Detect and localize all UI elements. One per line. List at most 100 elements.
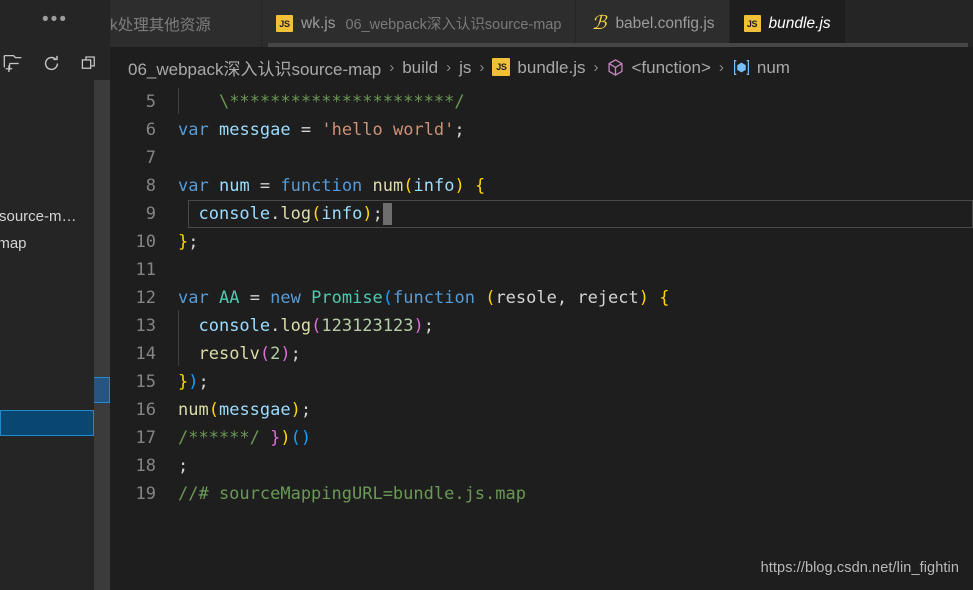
code-line[interactable]: 13 console.log(123123123); [110,310,973,340]
explorer-tree-row-1-label: e-map [0,234,27,252]
code-line-text: num(messgae); [178,396,973,424]
code-token: ) [638,288,650,308]
line-number: 5 [145,92,156,112]
explorer-tree-row-selected[interactable] [0,410,94,436]
chevron-right-icon: › [389,59,395,76]
code-token: 'hello world' [321,120,455,140]
code-token: ( [259,344,271,364]
code-token: messgae [218,120,291,140]
line-number: 13 [135,316,156,336]
breadcrumb-item-project-label: 06_webpack深入认识source-map [128,60,382,79]
code-line[interactable]: 18; [110,452,973,480]
editor-tab-bar: ••• k处理其他资源 JS wk.js 06_webpack深入认识sourc… [0,0,973,47]
explorer-sidebar: 及source-m… e-map [0,47,110,590]
explorer-vertical-scrollbar[interactable] [94,80,110,590]
line-number: 9 [145,204,156,224]
collapse-folders-icon[interactable] [78,53,100,75]
code-token: = [249,176,281,196]
code-line-text: //# sourceMappingURL=bundle.js.map [178,480,973,508]
line-number: 18 [135,456,156,476]
code-line-text: resolv(2); [178,338,973,368]
explorer-action-bar [0,47,110,80]
breadcrumb-item-js[interactable]: js [459,58,471,78]
editor-tab-babel-config-js-label: babel.config.js [615,14,715,32]
code-token: num [372,176,404,196]
breadcrumb-item-num[interactable]: num [732,58,790,78]
breadcrumb-item-function-label: <function> [631,57,711,77]
code-line[interactable]: 15}); [110,368,973,396]
breadcrumb-item-project[interactable]: 06_webpack深入认识source-map [128,55,381,80]
code-token: } [270,428,281,448]
editor-tab-0[interactable]: k处理其他资源 [110,0,262,47]
code-token: } [178,372,189,392]
editor-tab-wk-js[interactable]: JS wk.js 06_webpack深入认识source-map [262,0,577,47]
code-token: ; [290,344,301,364]
breadcrumb-item-build-label: build [402,57,439,77]
code-token: ) [454,176,465,196]
text-cursor [383,203,392,225]
code-line[interactable]: 6 var messgae = 'hello world'; [110,116,973,144]
babel-file-icon: ℬ [591,13,607,34]
code-line[interactable]: 11 [110,256,973,284]
code-line-text: /******/ })() [178,424,973,452]
editor-tab-babel-config-js[interactable]: ℬ babel.config.js [576,0,730,47]
code-token: resolv [198,344,260,364]
code-lines[interactable]: 5 \**********************/ 6 var messgae =… [110,88,973,508]
breadcrumb-item-function[interactable]: <function> [606,57,711,78]
code-line[interactable]: 5 \**********************/ [110,88,973,116]
code-line[interactable]: 8 var num = function num(info) { [110,172,973,200]
code-line[interactable]: 14 resolv(2); [110,338,973,368]
editor-tab-wk-js-description: 06_webpack深入认识source-map [345,17,562,33]
js-file-icon: JS [492,58,511,77]
code-token: . [270,204,281,224]
code-line[interactable]: 19 //# sourceMappingURL=bundle.js.map [110,480,973,508]
editor-tab-bundle-js[interactable]: JS bundle.js [729,0,846,47]
js-file-icon: JS [276,15,293,32]
code-token: ) [290,400,301,420]
breadcrumb-item-build[interactable]: build [402,58,438,78]
code-line-text: console.log(123123123); [178,310,973,340]
code-token: = [239,288,271,308]
code-token: messgae [218,400,291,420]
code-token: console [198,204,271,224]
code-token: num [218,176,250,196]
code-token: info [413,176,455,196]
watermark-url: https://blog.csdn.net/lin_fightin [760,560,959,576]
code-line[interactable]: 12 var AA = new Promise(function (resole,… [110,284,973,312]
code-line[interactable]: 17 /******/ })() [110,424,973,452]
new-file-icon[interactable] [2,53,24,75]
tab-bar-horizontal-scrollbar[interactable] [268,43,968,47]
code-token: ) [413,316,424,336]
indent-guide [178,88,179,114]
code-token: . [270,316,281,336]
explorer-tree-row-0[interactable]: 及source-m… [0,202,77,228]
code-editor[interactable]: 5 \**********************/ 6 var messgae =… [110,88,973,590]
code-token: var [178,288,209,308]
explorer-tree-row-1[interactable]: e-map [0,230,27,256]
line-number: 11 [135,260,156,280]
code-token: var [178,176,209,196]
code-line-text: }; [174,228,973,256]
code-token: AA [218,288,240,308]
code-line[interactable]: 10}; [110,228,973,256]
line-number: 16 [135,400,156,420]
code-token: ) [280,428,291,448]
chevron-right-icon: › [479,59,485,76]
code-token: function [393,288,475,308]
tab-overflow-button[interactable]: ••• [0,0,110,47]
code-token: { [474,176,486,196]
code-line[interactable]: 9 console.log(info); [110,200,973,228]
code-token: reject [577,288,639,308]
code-line[interactable]: 16 num(messgae); [110,396,973,424]
code-token: ( [382,288,394,308]
code-token: log [280,316,312,336]
refresh-icon[interactable] [40,53,62,75]
code-line[interactable]: 7 [110,144,973,172]
breadcrumb-item-bundle-js[interactable]: JS bundle.js [492,58,585,78]
